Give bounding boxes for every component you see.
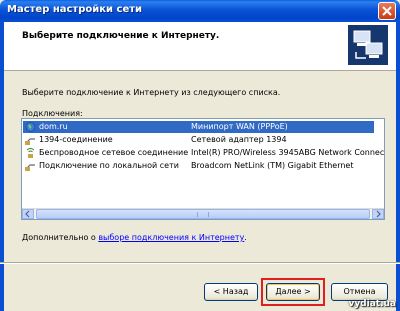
connection-adapter: Минипорт WAN (PPPoE): [191, 122, 288, 131]
scrollbar-grip: [197, 212, 209, 217]
connection-name: Беспроводное сетевое соединение: [39, 148, 189, 157]
network-connection-icon: [25, 138, 35, 145]
window-right-border: [396, 22, 400, 311]
more-info-prefix: Дополнительно о: [22, 233, 99, 242]
connections-list[interactable]: dom.ru Минипорт WAN (PPPoE) 1394-соедине…: [21, 118, 385, 220]
list-item-wireless[interactable]: Беспроводное сетевое соединение Intel(R)…: [23, 147, 384, 159]
list-item-dom-ru[interactable]: dom.ru Минипорт WAN (PPPoE): [23, 121, 374, 133]
highlight-frame: [261, 278, 325, 306]
more-info-line: Дополнительно о выборе подключения к Инт…: [22, 233, 247, 242]
connection-adapter: Broadcom NetLink (TM) Gigabit Ethernet: [191, 161, 354, 170]
chevron-right-icon: [376, 210, 381, 218]
connection-adapter: Intel(R) PRO/Wireless 3945ABG Network Co…: [191, 148, 385, 157]
title-bar[interactable]: Мастер настройки сети: [0, 0, 400, 22]
list-item-1394[interactable]: 1394-соединение Сетевой адаптер 1394: [23, 134, 374, 146]
wireless-icon: [26, 148, 35, 158]
instruction-text: Выберите подключение к Интернету из след…: [22, 88, 281, 97]
watermark: vydiat.ua: [348, 299, 396, 309]
network-computers-icon: [348, 25, 388, 65]
scroll-left-button[interactable]: [22, 209, 34, 219]
footer-separator: [0, 262, 400, 264]
scrollbar-thumb[interactable]: [36, 209, 370, 219]
connection-name: dom.ru: [39, 122, 68, 131]
scroll-right-button[interactable]: [372, 209, 384, 219]
wizard-window: Мастер настройки сети Выберите подключен…: [0, 0, 400, 311]
connection-adapter: Сетевой адаптер 1394: [191, 135, 287, 144]
wizard-header: Выберите подключение к Интернету.: [0, 22, 400, 71]
connection-name: Подключение по локальной сети: [39, 161, 179, 170]
page-heading: Выберите подключение к Интернету.: [22, 31, 220, 41]
chevron-left-icon: [25, 210, 30, 218]
window-left-border: [0, 22, 4, 311]
back-button[interactable]: < Назад: [204, 283, 258, 301]
globe-icon: [25, 122, 36, 132]
close-button[interactable]: [378, 2, 396, 20]
more-info-suffix: .: [244, 233, 247, 242]
more-info-link[interactable]: выборе подключения к Интернету: [98, 233, 244, 242]
network-connection-icon: [25, 164, 35, 171]
close-icon: [382, 6, 392, 16]
connections-label: Подключения:: [22, 109, 83, 118]
list-item-local-network[interactable]: Подключение по локальной сети Broadcom N…: [23, 160, 374, 172]
connection-name: 1394-соединение: [39, 135, 113, 144]
horizontal-scrollbar[interactable]: [22, 208, 384, 219]
window-title: Мастер настройки сети: [7, 4, 143, 15]
